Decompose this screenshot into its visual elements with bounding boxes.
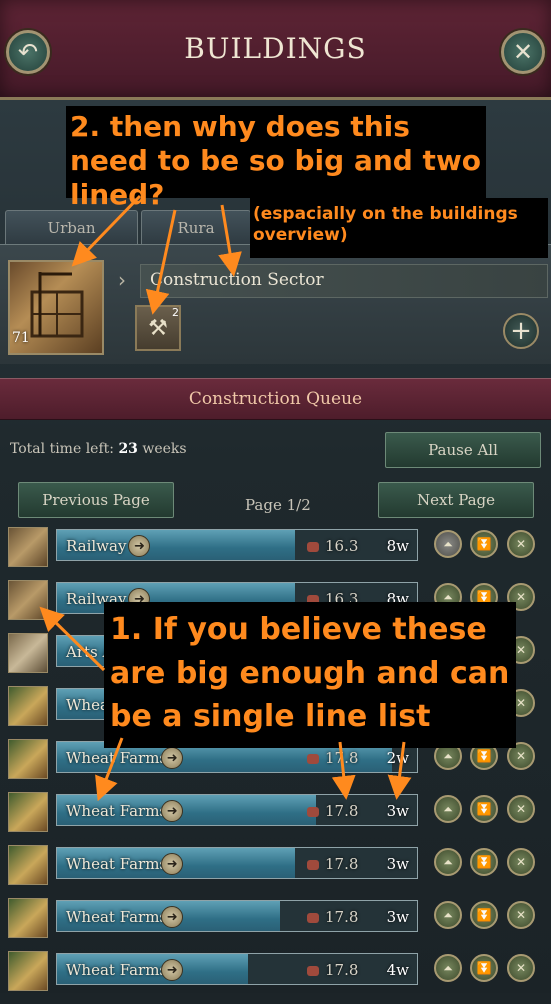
weeks-remaining: 3w (386, 802, 409, 820)
building-thumbnail[interactable] (8, 739, 48, 779)
annotation-note-1: 1. If you believe these are big enough a… (104, 602, 516, 748)
cost-value: 16.3 (307, 537, 358, 555)
progress-bar[interactable]: Wheat Farms ➜ 17.8 4w (56, 953, 418, 985)
time-left-label: Total time left: (10, 441, 114, 457)
tab-label: Rura (177, 218, 215, 237)
tab-urban[interactable]: Urban (5, 210, 138, 244)
move-down-button[interactable]: ⏬ (470, 795, 498, 823)
progress-bar[interactable]: Wheat Farms ➜ 17.8 3w (56, 794, 418, 826)
previous-page-button[interactable]: Previous Page (18, 482, 174, 518)
weeks-remaining: 8w (386, 537, 409, 555)
move-down-button[interactable]: ⏬ (470, 901, 498, 929)
construction-icon (307, 807, 319, 817)
move-down-button[interactable]: ⏬ (470, 954, 498, 982)
queue-row: Wheat Farms ➜ 17.8 4w ⏶ ⏬ ✕ (0, 951, 551, 1004)
plus-icon: + (510, 316, 532, 346)
cost-value: 17.8 (307, 855, 358, 873)
tab-label: Urban (47, 218, 96, 237)
chevron-right-icon: › (118, 268, 126, 292)
weeks-remaining: 2w (386, 749, 409, 767)
cost-value: 17.8 (307, 749, 358, 767)
construction-icon (307, 542, 319, 552)
building-thumbnail[interactable] (8, 686, 48, 726)
move-to-top-button[interactable]: ⏶ (434, 795, 462, 823)
building-name: Railway (66, 537, 127, 555)
move-to-top-button[interactable]: ⏶ (434, 530, 462, 558)
time-left-unit: weeks (142, 441, 187, 457)
construction-icon (307, 860, 319, 870)
pause-all-button[interactable]: Pause All (385, 432, 541, 468)
building-name: Wheat Farms (66, 802, 168, 820)
building-thumbnail[interactable] (8, 792, 48, 832)
cost-value: 17.8 (307, 961, 358, 979)
move-down-button[interactable]: ⏬ (470, 848, 498, 876)
weeks-remaining: 3w (386, 855, 409, 873)
move-to-top-button[interactable]: ⏶ (434, 848, 462, 876)
queue-row: Wheat Farms ➜ 17.8 3w ⏶ ⏬ ✕ (0, 898, 551, 951)
cancel-button[interactable]: ✕ (507, 954, 535, 982)
cancel-button[interactable]: ✕ (507, 848, 535, 876)
sub-count-badge: 2 (172, 306, 179, 319)
time-left: Total time left: 23 weeks (10, 441, 187, 457)
add-button[interactable]: + (503, 313, 539, 349)
queue-row: Wheat Farms ➜ 17.8 3w ⏶ ⏬ ✕ (0, 845, 551, 898)
queue-row: Wheat Farms ➜ 17.8 3w ⏶ ⏬ ✕ (0, 792, 551, 845)
building-thumbnail[interactable] (8, 527, 48, 567)
progress-bar[interactable]: Wheat Farms ➜ 17.8 3w (56, 847, 418, 879)
progress-bar[interactable]: Railway ➜ 16.3 8w (56, 529, 418, 561)
building-thumbnail[interactable] (8, 951, 48, 991)
move-to-top-button[interactable]: ⏶ (434, 954, 462, 982)
queue-row: Railway ➜ 16.3 8w ⏶ ⏬ ✕ (0, 527, 551, 580)
sector-title: Construction Sector (150, 270, 324, 290)
building-name: Wheat Farms (66, 961, 168, 979)
next-page-button[interactable]: Next Page (378, 482, 534, 518)
weeks-remaining: 4w (386, 961, 409, 979)
building-name: Wheat Farms (66, 749, 168, 767)
building-thumbnail[interactable] (8, 580, 48, 620)
sector-level: 71 (12, 330, 30, 346)
cancel-button[interactable]: ✕ (507, 795, 535, 823)
construction-icon (307, 966, 319, 976)
next-page-label: Next Page (416, 491, 496, 509)
close-icon: ✕ (512, 38, 534, 66)
page-title: BUILDINGS (184, 32, 367, 65)
close-button[interactable]: ✕ (501, 30, 545, 74)
construction-icon (307, 754, 319, 764)
annotation-note-2: 2. then why does this need to be so big … (66, 106, 486, 211)
page-indicator: Page 1/2 (245, 496, 311, 514)
cancel-button[interactable]: ✕ (507, 530, 535, 558)
previous-page-label: Previous Page (42, 491, 150, 509)
building-thumbnail[interactable] (8, 633, 48, 673)
queue-title: Construction Queue (188, 389, 363, 409)
move-down-button[interactable]: ⏬ (470, 530, 498, 558)
back-arrow-icon: ↶ (17, 38, 39, 66)
building-thumbnail[interactable] (8, 845, 48, 885)
pause-all-label: Pause All (428, 441, 498, 459)
cancel-button[interactable]: ✕ (507, 901, 535, 929)
cost-value: 17.8 (307, 802, 358, 820)
move-to-top-button[interactable]: ⏶ (434, 901, 462, 929)
weeks-remaining: 3w (386, 908, 409, 926)
time-left-value: 23 (118, 441, 138, 457)
annotation-note-2-sub: (espacially on the buildings overview) (250, 198, 548, 258)
building-name: Wheat Farms (66, 908, 168, 926)
cost-value: 17.8 (307, 908, 358, 926)
tab-rural[interactable]: Rura (141, 210, 251, 244)
construction-icon (307, 913, 319, 923)
building-name: Wheat Farms (66, 855, 168, 873)
building-thumbnail[interactable] (8, 898, 48, 938)
back-button[interactable]: ↶ (6, 30, 50, 74)
progress-bar[interactable]: Wheat Farms ➜ 17.8 3w (56, 900, 418, 932)
